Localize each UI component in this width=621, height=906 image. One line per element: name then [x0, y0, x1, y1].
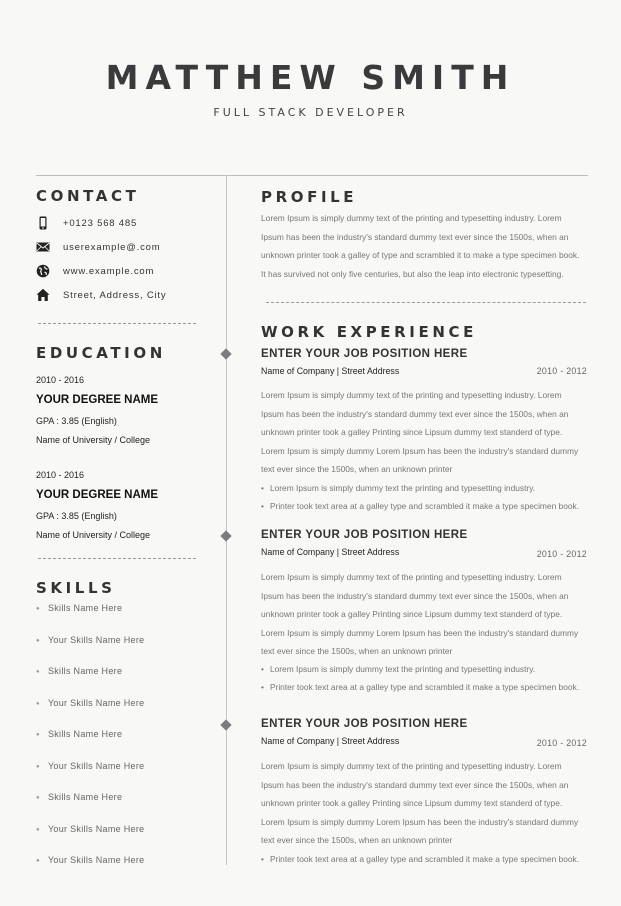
text-line: Ipsum has been the industry's standard d… [261, 231, 569, 242]
job-company: Name of Company | Street Address [261, 736, 400, 746]
contact-heading: CONTACT [36, 187, 140, 205]
education-heading: EDUCATION [36, 344, 166, 362]
candidate-title: FULL STACK DEVELOPER [213, 106, 408, 119]
text-line: Ipsum has been the industry's standard d… [261, 779, 569, 790]
education-university: Name of University / College [36, 530, 151, 540]
section-divider [38, 558, 196, 559]
header-divider [36, 175, 588, 176]
education-gpa: GPA : 3.85 (English) [36, 511, 117, 521]
contact-address-text: Street, Address, City [63, 289, 167, 301]
education-years: 2010 - 2016 [36, 375, 85, 385]
text-line: Lorem Ipsum is simply dummy Lorem Ipsum … [261, 445, 579, 456]
contact-email: userexample@.com [36, 239, 160, 255]
text-line: unknown printer took a galley of type an… [261, 250, 580, 260]
contact-website: www.example.com [36, 263, 154, 279]
job-company: Name of Company | Street Address [261, 366, 400, 376]
skill-item: Your Skills Name Here [36, 698, 144, 708]
job-bullet: Printer took text area at a galley type … [261, 501, 579, 511]
job-dates: 2010 - 2012 [536, 366, 587, 376]
job-company: Name of Company | Street Address [261, 547, 400, 557]
job-bullet: Lorem Ipsum is simply dummy text the pri… [261, 483, 535, 493]
skill-item: Skills Name Here [36, 729, 122, 739]
text-line: text ever since the 1500s, when an unkno… [261, 835, 453, 845]
phone-icon [36, 216, 50, 230]
education-university: Name of University / College [36, 435, 151, 445]
skill-item: Skills Name Here [36, 792, 122, 802]
job-bullet: Printer took text area at a galley type … [261, 854, 579, 864]
skill-item: Your Skills Name Here [36, 761, 144, 771]
timeline-marker [220, 530, 232, 542]
profile-heading: PROFILE [261, 188, 358, 206]
text-line: Ipsum has been the industry's standard d… [261, 408, 569, 419]
text-line: unknown printer took a galley Printing s… [261, 798, 563, 808]
mail-icon [36, 240, 50, 254]
job-description: Lorem Ipsum is simply dummy text of the … [261, 386, 587, 479]
job-bullet: Lorem Ipsum is simply dummy text the pri… [261, 664, 535, 674]
text-line: Ipsum has been the industry's standard d… [261, 590, 569, 601]
text-line: unknown printer took a galley Printing s… [261, 609, 563, 619]
text-line: Lorem Ipsum is simply dummy Lorem Ipsum … [261, 816, 579, 827]
column-divider [226, 175, 227, 865]
skill-item: Skills Name Here [36, 666, 122, 676]
home-icon [36, 288, 50, 302]
resume-page: MATTHEW SMITH FULL STACK DEVELOPER CONTA… [0, 0, 621, 906]
text-line: unknown printer took a galley Printing s… [261, 427, 563, 437]
job-dates: 2010 - 2012 [536, 549, 587, 559]
job-dates: 2010 - 2012 [536, 738, 587, 748]
contact-phone-text: +0123 568 485 [63, 217, 138, 229]
timeline-marker [220, 348, 232, 360]
text-line: text ever since the 1500s, when an unkno… [261, 464, 453, 474]
skill-item: Your Skills Name Here [36, 855, 144, 865]
skill-item: Your Skills Name Here [36, 635, 144, 645]
contact-address: Street, Address, City [36, 287, 166, 303]
text-line: Lorem Ipsum is simply dummy text of the … [261, 761, 562, 771]
job-title: ENTER YOUR JOB POSITION HERE [261, 348, 468, 360]
candidate-name: MATTHEW SMITH [105, 58, 516, 97]
text-line: Lorem Ipsum is simply dummy text of the … [261, 572, 562, 582]
skills-heading: SKILLS [36, 579, 116, 597]
skill-item: Skills Name Here [36, 603, 122, 613]
text-line: Lorem Ipsum is simply dummy text of the … [261, 390, 562, 400]
timeline-marker [220, 719, 232, 731]
education-years: 2010 - 2016 [36, 470, 85, 480]
job-title: ENTER YOUR JOB POSITION HERE [261, 529, 468, 541]
profile-text: Lorem Ipsum is simply dummy text of the … [261, 209, 587, 283]
education-degree: YOUR DEGREE NAME [36, 489, 159, 501]
experience-heading: WORK EXPERIENCE [261, 323, 477, 341]
text-line: text ever since the 1500s, when an unkno… [261, 646, 453, 656]
section-divider [38, 323, 196, 324]
contact-website-text: www.example.com [63, 265, 155, 277]
text-line: Lorem Ipsum is simply dummy text of the … [261, 213, 562, 223]
education-degree: YOUR DEGREE NAME [36, 394, 159, 406]
text-line: Lorem Ipsum is simply dummy Lorem Ipsum … [261, 627, 579, 638]
text-line: It has survived not only five centuries,… [261, 268, 564, 279]
skill-item: Your Skills Name Here [36, 824, 144, 834]
section-divider [266, 302, 586, 303]
job-title: ENTER YOUR JOB POSITION HERE [261, 718, 468, 730]
contact-phone: +0123 568 485 [36, 215, 137, 231]
contact-email-text: userexample@.com [63, 241, 161, 253]
job-description: Lorem Ipsum is simply dummy text of the … [261, 568, 587, 661]
job-description: Lorem Ipsum is simply dummy text of the … [261, 757, 587, 850]
globe-icon [36, 264, 50, 278]
education-gpa: GPA : 3.85 (English) [36, 416, 117, 426]
job-bullet: Printer took text area at a galley type … [261, 682, 579, 692]
